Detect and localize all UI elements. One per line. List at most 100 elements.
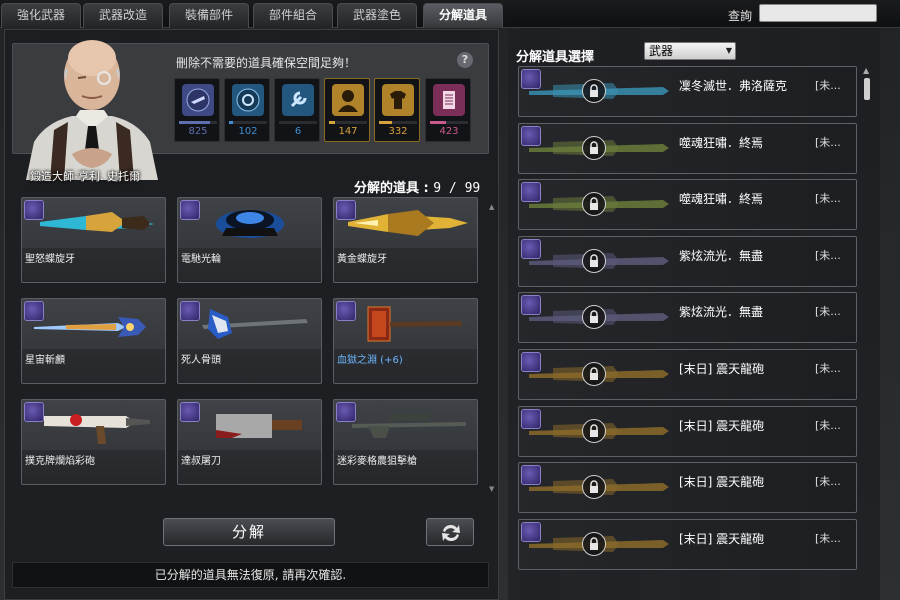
weapon-type-icon [521,125,541,146]
counter-character-fill [329,121,335,124]
item-name: 死人骨頭 [178,349,321,383]
counter-weapon-fill [179,121,210,124]
selection-list-item[interactable]: 凜冬滅世．弗洛薩克 [未... [518,66,857,117]
tab-combine-parts[interactable]: 部件組合 [253,3,333,28]
counter-part-fill [229,121,233,124]
counter-document-fill [430,121,446,124]
selection-item-name: [末日] 震天龍砲 [679,531,765,546]
refresh-button[interactable] [426,518,474,546]
lock-icon [582,79,606,103]
lock-icon [582,192,606,217]
item-selection-title: 分解道具選擇 [516,50,595,65]
selection-list-item[interactable]: [末日] 震天龍砲 [未... [518,462,857,514]
item-name: 撲克牌爛焰彩砲 [22,450,165,484]
selection-item-grade: [未... [815,475,841,489]
part-icon [232,84,264,116]
lock-icon [582,418,606,443]
weapon-type-icon [521,69,541,89]
counter-character-value: 147 [338,126,358,137]
tab-enhance-weapon[interactable]: 強化武器 [1,3,81,28]
selection-item-grade: [未... [815,192,841,206]
category-dropdown-value: 武器 [649,44,674,58]
item-grid-scrollbar[interactable]: ▲ ▼ [488,203,496,493]
decompose-item[interactable]: 黃金蝶旋牙 [333,197,478,283]
selection-item-grade: [未... [815,135,841,149]
decompose-count-label: 分解的道具 [354,181,420,196]
category-dropdown[interactable]: 武器 ▼ [644,42,736,60]
query-input[interactable] [759,4,877,22]
warning-message: 已分解的道具無法復原, 請再次確認. [12,562,489,588]
decompose-button[interactable]: 分解 [163,518,335,546]
weapon-type-icon [521,238,541,259]
selection-list-item[interactable]: [末日] 震天龍砲 [未... [518,518,857,570]
counter-document: 423 [425,78,471,142]
decompose-count-value: 9 / 99 [433,181,481,196]
selection-item-name: 噬魂狂嘯．終焉 [679,135,764,150]
weapon-icon [182,84,214,116]
selection-item-grade: [未... [815,418,841,432]
refresh-icon [442,524,460,542]
counter-character: 147 [324,78,370,142]
query-label: 查詢 [728,9,753,23]
selection-item-name: [末日] 震天龍砲 [679,475,765,490]
lock-icon [582,248,606,273]
decompose-count: 分解的道具 : 9 / 99 [354,181,481,196]
weapon-type-icon [521,521,541,542]
scroll-down-icon[interactable]: ▼ [489,485,494,493]
selection-list-item[interactable]: [末日] 震天龍砲 [未... [518,405,857,457]
decompose-item[interactable]: 電馳光輪 [177,197,322,283]
counter-tool: 6 [274,78,320,142]
decompose-item[interactable]: 迷彩麥格農狙擊槍 [333,399,478,485]
scrollbar-thumb[interactable] [864,78,870,100]
tab-decompose-items[interactable]: 分解道具 [423,3,503,28]
item-name: 血獄之淵 (+6) [334,349,477,383]
notice-text: 刪除不需要的道具確保空間足夠！ [176,56,357,70]
counter-costume: 332 [374,78,420,142]
decompose-item[interactable]: 聖怒蝶旋牙 [21,197,166,283]
selection-list-item[interactable]: 噬魂狂嘯．終焉 [未... [518,179,857,231]
scroll-up-icon[interactable]: ▲ [489,203,494,211]
counter-weapon-value: 825 [188,126,208,137]
weapon-type-icon [336,301,356,321]
counter-document-value: 423 [439,126,459,137]
selection-item-grade: [未... [815,531,841,545]
decompose-item[interactable]: 撲克牌爛焰彩砲 [21,399,166,485]
weapon-type-icon [521,295,541,316]
selection-item-name: [末日] 震天龍砲 [679,418,765,433]
item-name: 星宙斬顱 [22,349,165,383]
wrench-icon [282,84,314,116]
item-name: 電馳光輪 [178,248,321,282]
decompose-item[interactable]: 血獄之淵 (+6) [333,298,478,384]
tab-paint-weapon[interactable]: 武器塗色 [337,3,417,28]
item-name: 達叔屠刀 [178,450,321,484]
weapon-type-icon [180,402,200,422]
selection-list-item[interactable]: 紫炫流光．無盡 [未... [518,235,857,287]
scroll-up-icon[interactable]: ▲ [863,66,869,75]
selection-item-name: 紫炫流光．無盡 [679,248,764,263]
selection-list-scrollbar[interactable]: ▲ [861,66,873,600]
weapon-type-icon [24,301,44,321]
weapon-type-icon [24,402,44,422]
lock-icon [582,531,606,556]
weapon-type-icon [180,200,200,220]
decompose-item[interactable]: 星宙斬顱 [21,298,166,384]
weapon-type-icon [521,408,541,429]
counter-tool-value: 6 [294,126,302,137]
counter-part-value: 102 [238,126,258,137]
lock-icon [582,135,606,160]
tab-equip-parts[interactable]: 裝備部件 [169,3,249,28]
tab-modify-weapon[interactable]: 武器改造 [83,3,163,28]
selection-list-item[interactable]: 噬魂狂嘯．終焉 [未... [518,122,857,174]
selection-list-item[interactable]: [末日] 震天龍砲 [未... [518,349,857,400]
lock-icon [582,305,606,330]
help-icon[interactable]: ? [457,52,473,68]
selection-item-name: 紫炫流光．無盡 [679,305,764,320]
weapon-type-icon [521,465,541,486]
decompose-item[interactable]: 死人骨頭 [177,298,322,384]
weapon-type-icon [180,301,200,321]
costume-icon [382,84,414,116]
weapon-type-icon [336,402,356,422]
decompose-item[interactable]: 達叔屠刀 [177,399,322,485]
selection-item-grade: [未... [815,248,841,262]
selection-list-item[interactable]: 紫炫流光．無盡 [未... [518,292,857,344]
